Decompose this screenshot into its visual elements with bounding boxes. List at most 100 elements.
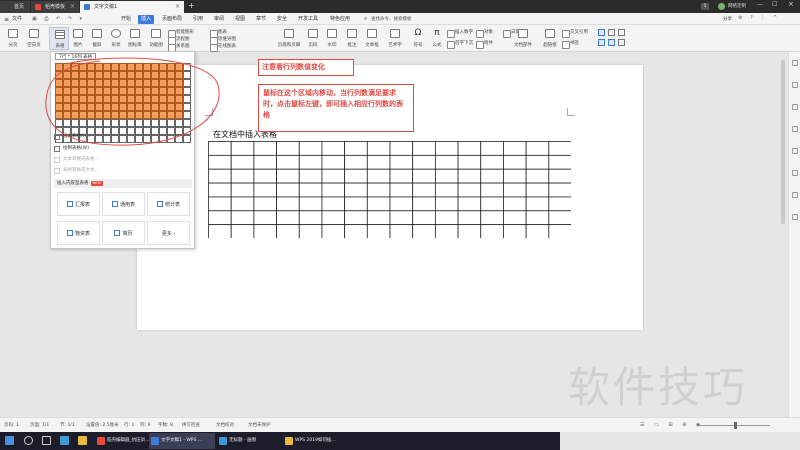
tab-docer[interactable]: 稻壳模板 × — [31, 1, 79, 13]
windows-start-icon[interactable] — [5, 436, 14, 445]
user-name[interactable]: 网络定制 — [728, 3, 746, 9]
table-cell[interactable] — [480, 154, 504, 170]
share-button[interactable]: 分享 — [723, 16, 732, 22]
table-cell[interactable] — [525, 168, 550, 184]
taskbar-app-editor[interactable]: 稻壳编辑器_抗压训... — [95, 433, 150, 449]
table-cell[interactable] — [230, 168, 255, 184]
status-row[interactable]: 行: 1 — [124, 422, 134, 428]
task-view-icon[interactable] — [42, 436, 51, 445]
general-table-card[interactable]: 通用表 — [102, 192, 145, 216]
table-cell[interactable] — [321, 141, 346, 156]
menu-references[interactable]: 引用 — [193, 15, 203, 24]
header-footer-button[interactable]: 页眉和页脚 — [276, 27, 302, 50]
table-cell[interactable] — [208, 182, 232, 198]
table-cell[interactable] — [434, 168, 459, 184]
table-cell[interactable] — [321, 196, 346, 212]
table-cell[interactable] — [503, 168, 527, 184]
command-search[interactable]: 查找命令、搜索模板 — [371, 16, 412, 22]
status-page-number[interactable]: 页码: 1 — [4, 422, 19, 428]
table-cell[interactable] — [548, 182, 571, 198]
table-cell[interactable] — [253, 154, 277, 170]
table-cell[interactable] — [389, 210, 414, 226]
sidebar-tool-icon[interactable] — [792, 192, 798, 198]
close-window-button[interactable]: × — [788, 0, 794, 8]
page-break-button[interactable]: 分页 — [3, 27, 23, 50]
table-cell[interactable] — [276, 182, 300, 198]
menu-file[interactable]: 文件 — [12, 15, 22, 24]
table-cell[interactable] — [412, 154, 436, 170]
table-cell[interactable] — [525, 210, 550, 226]
table-cell[interactable] — [457, 141, 482, 156]
table-cell[interactable] — [366, 210, 391, 226]
table-cell[interactable] — [434, 196, 459, 212]
close-icon[interactable]: × — [175, 1, 180, 13]
table-cell[interactable] — [321, 210, 346, 226]
table-cell[interactable] — [389, 168, 414, 184]
new-tab-button[interactable]: + — [188, 1, 195, 10]
table-cell[interactable] — [525, 224, 550, 238]
taskbar-app-folder[interactable]: WPS 2019如何插... — [283, 433, 353, 449]
table-cell[interactable] — [230, 210, 255, 226]
table-cell[interactable] — [276, 196, 300, 212]
table-cell[interactable] — [412, 224, 436, 238]
table-cell[interactable] — [412, 196, 436, 212]
table-cell[interactable] — [344, 168, 368, 184]
table-cell[interactable] — [457, 224, 482, 238]
table-cell[interactable] — [412, 210, 436, 226]
table-cell[interactable] — [230, 141, 255, 156]
hyperlink-button[interactable]: 超链接 — [540, 27, 560, 50]
text-to-table-item[interactable]: 文本转换成表格... — [54, 156, 99, 164]
layout-icon[interactable] — [608, 39, 615, 46]
attachment-button[interactable]: 附件 — [476, 40, 493, 49]
wordart-button[interactable]: 艺术字 — [385, 27, 405, 50]
table-cell[interactable] — [548, 224, 571, 238]
sidebar-tool-icon[interactable] — [792, 170, 798, 176]
relationship-button[interactable]: 关系图 — [168, 43, 190, 52]
table-to-text-item[interactable]: 表格转换成文本... — [54, 167, 99, 175]
hamburger-icon[interactable]: ≡ — [4, 16, 9, 23]
table-cell[interactable] — [457, 196, 482, 212]
menu-special[interactable]: 特色应用 — [330, 15, 350, 24]
resume-card[interactable]: 简历 — [102, 221, 145, 245]
table-cell[interactable] — [389, 224, 414, 238]
maximize-button[interactable]: ☐ — [772, 1, 777, 8]
table-cell[interactable] — [344, 154, 368, 170]
layout-icon[interactable] — [618, 39, 625, 46]
status-spell-check[interactable]: 拼写检查 — [182, 422, 200, 428]
table-cell[interactable] — [412, 168, 436, 184]
table-cell[interactable] — [321, 182, 346, 198]
table-button[interactable]: 表格 — [49, 27, 69, 50]
table-cell[interactable] — [208, 224, 232, 238]
sidebar-tool-icon[interactable] — [792, 214, 798, 220]
table-cell[interactable] — [276, 224, 300, 238]
layout-icon[interactable] — [598, 39, 605, 46]
minimize-button[interactable]: — — [757, 1, 763, 8]
table-cell[interactable] — [457, 182, 482, 198]
table-cell[interactable] — [321, 154, 346, 170]
layout-icon[interactable] — [598, 29, 605, 36]
menu-home[interactable]: 开始 — [121, 15, 131, 24]
table-cell[interactable] — [366, 224, 391, 238]
user-avatar[interactable] — [718, 3, 725, 10]
table-cell[interactable] — [503, 196, 527, 212]
table-cell[interactable] — [457, 168, 482, 184]
materials-table-card[interactable]: 物资表 — [57, 221, 100, 245]
sidebar-tool-icon[interactable] — [792, 82, 798, 88]
table-cell[interactable] — [208, 196, 232, 212]
table-cell[interactable] — [253, 224, 277, 238]
table-cell[interactable] — [230, 224, 255, 238]
inserted-table[interactable] — [208, 141, 571, 238]
table-cell[interactable] — [412, 182, 436, 198]
table-cell[interactable] — [230, 196, 255, 212]
table-cell[interactable] — [503, 182, 527, 198]
table-cell[interactable] — [480, 168, 504, 184]
table-cell[interactable] — [503, 210, 527, 226]
status-setting[interactable]: 设置值: 2.5厘米 — [86, 422, 119, 428]
status-doc-check[interactable]: 文档校对 — [216, 422, 234, 428]
table-cell[interactable] — [366, 141, 391, 156]
notification-badge[interactable]: 1 — [701, 3, 709, 10]
table-cell[interactable] — [344, 182, 368, 198]
view-switch-icons[interactable]: ☰ ▭ ⊞ ⊕ ◉ — [640, 422, 704, 428]
sidebar-tool-icon[interactable] — [792, 126, 798, 132]
table-cell[interactable] — [344, 141, 368, 156]
